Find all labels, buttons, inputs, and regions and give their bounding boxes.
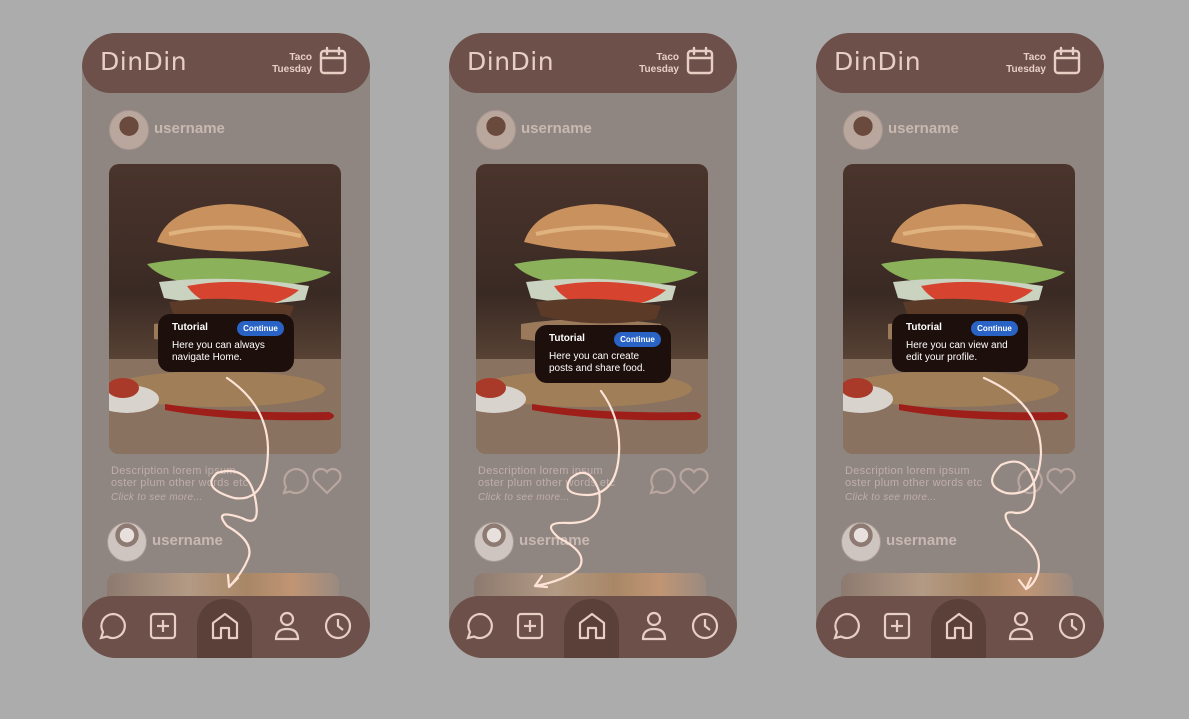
add-post-icon[interactable] — [147, 610, 179, 642]
burger-image — [476, 204, 708, 454]
app-logo: DinDin — [100, 47, 188, 76]
top-bar: DinDin Taco Tuesday — [816, 33, 1104, 93]
add-post-icon[interactable] — [881, 610, 913, 642]
tutorial-title: Tutorial — [906, 322, 942, 333]
profile-icon[interactable] — [271, 610, 303, 642]
heart-icon[interactable] — [1045, 466, 1077, 496]
username[interactable]: username — [886, 532, 957, 549]
continue-button[interactable]: Continue — [971, 321, 1018, 336]
username[interactable]: username — [519, 532, 590, 549]
avatar[interactable] — [107, 522, 147, 562]
post-description[interactable]: Description lorem ipsum oster plum other… — [845, 465, 1020, 504]
clock-icon[interactable] — [689, 610, 721, 642]
home-icon[interactable] — [576, 610, 608, 642]
see-more-link[interactable]: Click to see more... — [478, 492, 653, 504]
see-more-link[interactable]: Click to see more... — [111, 492, 286, 504]
post-description[interactable]: Description lorem ipsum oster plum other… — [478, 465, 653, 504]
tutorial-tooltip: Tutorial Continue Here you can always na… — [158, 314, 294, 372]
burger-image — [109, 204, 341, 454]
tutorial-tooltip: Tutorial Continue Here you can create po… — [535, 325, 671, 383]
post-photo[interactable] — [109, 164, 341, 454]
tutorial-title: Tutorial — [549, 333, 585, 344]
calendar-icon[interactable] — [685, 46, 715, 76]
continue-button[interactable]: Continue — [237, 321, 284, 336]
chat-icon[interactable] — [831, 610, 863, 642]
day-theme: Taco Tuesday — [1006, 52, 1046, 75]
heart-icon[interactable] — [311, 466, 343, 496]
tutorial-text: Here you can create posts and share food… — [549, 351, 646, 374]
post-description[interactable]: Description lorem ipsum oster plum other… — [111, 465, 286, 504]
tutorial-tooltip: Tutorial Continue Here you can view and … — [892, 314, 1028, 372]
avatar[interactable] — [843, 110, 883, 150]
username[interactable]: username — [888, 120, 959, 137]
comment-icon[interactable] — [281, 466, 311, 496]
chat-icon[interactable] — [97, 610, 129, 642]
continue-button[interactable]: Continue — [614, 332, 661, 347]
clock-icon[interactable] — [322, 610, 354, 642]
post-photo[interactable] — [843, 164, 1075, 454]
add-post-icon[interactable] — [514, 610, 546, 642]
home-icon[interactable] — [943, 610, 975, 642]
heart-icon[interactable] — [678, 466, 710, 496]
burger-image — [843, 204, 1075, 454]
phone-screen-profile-step: DinDin Taco Tuesday username Description… — [816, 33, 1104, 658]
phone-screen-home-step: DinDin Taco Tuesday username Description… — [82, 33, 370, 658]
day-theme: Taco Tuesday — [272, 52, 312, 75]
top-bar: DinDin Taco Tuesday — [449, 33, 737, 93]
chat-icon[interactable] — [464, 610, 496, 642]
calendar-icon[interactable] — [318, 46, 348, 76]
top-bar: DinDin Taco Tuesday — [82, 33, 370, 93]
see-more-link[interactable]: Click to see more... — [845, 492, 1020, 504]
comment-icon[interactable] — [1015, 466, 1045, 496]
tutorial-text: Here you can always navigate Home. — [172, 340, 265, 363]
avatar[interactable] — [841, 522, 881, 562]
calendar-icon[interactable] — [1052, 46, 1082, 76]
clock-icon[interactable] — [1056, 610, 1088, 642]
home-icon[interactable] — [209, 610, 241, 642]
avatar[interactable] — [476, 110, 516, 150]
app-logo: DinDin — [467, 47, 555, 76]
post-photo[interactable] — [476, 164, 708, 454]
username[interactable]: username — [521, 120, 592, 137]
profile-icon[interactable] — [1005, 610, 1037, 642]
avatar[interactable] — [109, 110, 149, 150]
tutorial-text: Here you can view and edit your profile. — [906, 340, 1008, 363]
phone-screen-create-step: DinDin Taco Tuesday username Description… — [449, 33, 737, 658]
profile-icon[interactable] — [638, 610, 670, 642]
app-logo: DinDin — [834, 47, 922, 76]
username[interactable]: username — [154, 120, 225, 137]
avatar[interactable] — [474, 522, 514, 562]
day-theme: Taco Tuesday — [639, 52, 679, 75]
tutorial-title: Tutorial — [172, 322, 208, 333]
comment-icon[interactable] — [648, 466, 678, 496]
username[interactable]: username — [152, 532, 223, 549]
